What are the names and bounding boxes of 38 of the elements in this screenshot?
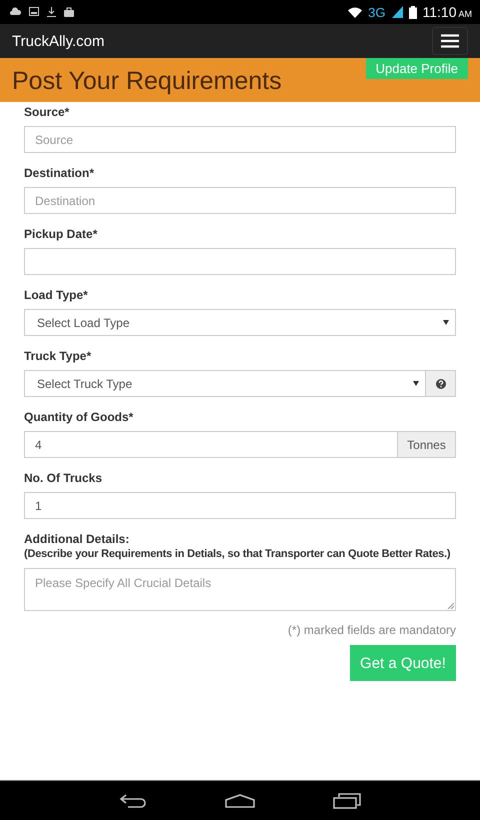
menu-icon bbox=[441, 34, 459, 48]
field-label: Pickup Date* bbox=[24, 227, 98, 242]
image-icon bbox=[29, 7, 39, 16]
recent-apps-icon[interactable] bbox=[333, 792, 361, 808]
caret-icon bbox=[443, 320, 449, 325]
network-type: 3G bbox=[368, 4, 386, 20]
page-title: Post Your Requirements bbox=[12, 67, 282, 95]
dropdown-field[interactable]: Select Load Type bbox=[24, 309, 456, 336]
field-label: No. Of Trucks bbox=[24, 471, 104, 486]
signal-icon bbox=[392, 6, 402, 18]
clock-period: AM bbox=[458, 9, 472, 19]
field-hint: (Describe your Requirements in Detials, so that Transporter can Quote Better Rates.) bbox=[24, 547, 450, 562]
download-icon bbox=[47, 7, 56, 17]
field-label: Quantity of Goods* bbox=[24, 410, 134, 425]
caret-icon bbox=[413, 381, 419, 386]
brand-name[interactable]: TruckAlly.com bbox=[12, 32, 105, 50]
help-icon bbox=[436, 378, 446, 388]
field-label: Load Type* bbox=[24, 288, 89, 303]
clock-time: 11:10 bbox=[422, 4, 456, 20]
resize-grip-icon[interactable] bbox=[447, 602, 454, 609]
menu-button[interactable] bbox=[432, 27, 468, 55]
home-icon[interactable] bbox=[225, 794, 255, 808]
wifi-icon bbox=[348, 6, 362, 18]
field-label: Truck Type* bbox=[24, 349, 92, 364]
input-field[interactable]: 1 bbox=[24, 492, 456, 519]
mandatory-note: (*) marked fields are mandatory bbox=[288, 623, 456, 637]
field-label: Destination* bbox=[24, 166, 96, 181]
bag-icon bbox=[64, 7, 74, 17]
battery-icon bbox=[408, 6, 416, 18]
field-label: Additional Details: bbox=[24, 532, 130, 547]
dropdown-field[interactable]: Select Truck Type bbox=[24, 370, 426, 397]
help-button[interactable] bbox=[426, 370, 456, 397]
field-label: Source* bbox=[24, 105, 70, 120]
input-field[interactable] bbox=[24, 248, 456, 275]
cloud-icon bbox=[10, 7, 21, 16]
unit-label: Tonnes bbox=[398, 431, 456, 458]
input-field[interactable]: 4 bbox=[24, 431, 398, 458]
back-icon[interactable] bbox=[119, 794, 147, 808]
